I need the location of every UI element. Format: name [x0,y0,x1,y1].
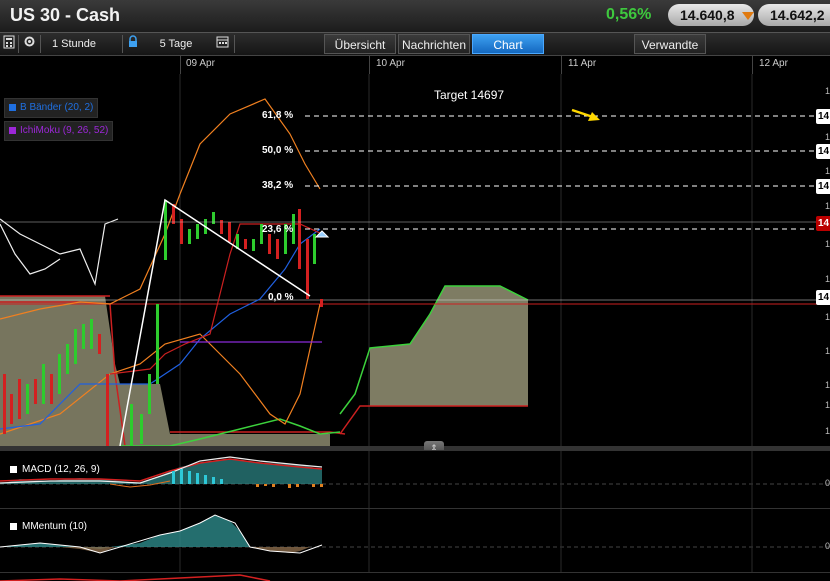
momentum-zero-tick: 0 [825,541,830,551]
macd-label-text: MACD (12, 26, 9) [22,464,100,475]
macd-zero-tick: 0 [825,478,830,488]
axis-tick: 1 [825,201,830,211]
price-chart[interactable]: B Bänder (20, 2) IchiMoku (9, 26, 52) Ta… [0,74,830,446]
legend-swatch [9,126,16,134]
chart-canvas [0,74,830,446]
axis-tick: 1 [825,274,830,284]
price-level-tag: 14 [816,144,830,159]
date-label: 11 Apr [568,58,597,69]
legend-ichimoku[interactable]: IchiMoku (9, 26, 52) [4,121,114,141]
momentum-label-text: MMentum (10) [22,521,88,532]
calendar-icon[interactable] [214,35,230,53]
axis-tick: 1 [825,132,830,142]
momentum-label: MMentum (10) [10,521,87,532]
calculator-icon[interactable] [2,35,16,53]
tab-nachrichten[interactable]: Nachrichten [398,34,470,54]
tab-chart[interactable]: Chart [472,34,544,54]
legend-bollinger[interactable]: B Bänder (20, 2) [4,98,99,118]
axis-tick: 1 [825,426,830,436]
change-percent: 0,56% [606,6,652,23]
macd-panel[interactable]: MACD (12, 26, 9) 0 [0,450,830,509]
momentum-panel[interactable]: MMentum (10) 0 [0,508,830,573]
price-level-tag: 14 [816,179,830,194]
axis-tick: 1 [825,312,830,322]
fib-level-label: 50,0 % [262,145,294,156]
date-label: 12 Apr [759,58,788,69]
interval-select[interactable]: 1 Stunde [44,35,104,53]
gear-icon[interactable] [22,35,36,53]
range-select[interactable]: 5 Tage [148,35,204,53]
tab-uebersicht[interactable]: Übersicht [324,34,396,54]
axis-tick: 1 [825,86,830,96]
target-label: Target 14697 [434,88,505,102]
instrument-title: US 30 - Cash [10,5,121,25]
price-level-tag: 14 [816,109,830,124]
fib-level-label: 23,6 % [262,224,294,235]
fib-level-label: 38,2 % [262,180,294,191]
current-price-tag: 14 [816,216,830,231]
price-level-tag: 14 [816,290,830,305]
tab-verwandte[interactable]: Verwandte [634,34,706,54]
legend-swatch [9,103,16,111]
legend-label: IchiMoku (9, 26, 52) [20,125,109,136]
date-axis: 09 Apr 10 Apr 11 Apr 12 Apr [0,56,830,74]
down-arrow-icon [742,12,754,20]
axis-tick: 1 [825,380,830,390]
date-label: 09 Apr [186,58,215,69]
axis-tick: 1 [825,400,830,410]
axis-tick: 1 [825,166,830,176]
date-label: 10 Apr [376,58,405,69]
ask-price-button[interactable]: 14.642,2 [758,4,830,26]
fib-level-label: 0,0 % [268,292,294,303]
chart-toolbar: 1 Stunde 5 Tage Übersicht Nachrichten Ch… [0,33,830,56]
fib-level-label: 61,8 % [262,110,294,121]
axis-tick: 1 [825,239,830,249]
title-bar: US 30 - Cash 0,56% 14.640,8 14.642,2 [0,0,830,33]
macd-label: MACD (12, 26, 9) [10,464,100,475]
lock-icon[interactable] [126,35,140,53]
axis-tick: 1 [825,346,830,356]
legend-label: B Bänder (20, 2) [20,102,94,113]
